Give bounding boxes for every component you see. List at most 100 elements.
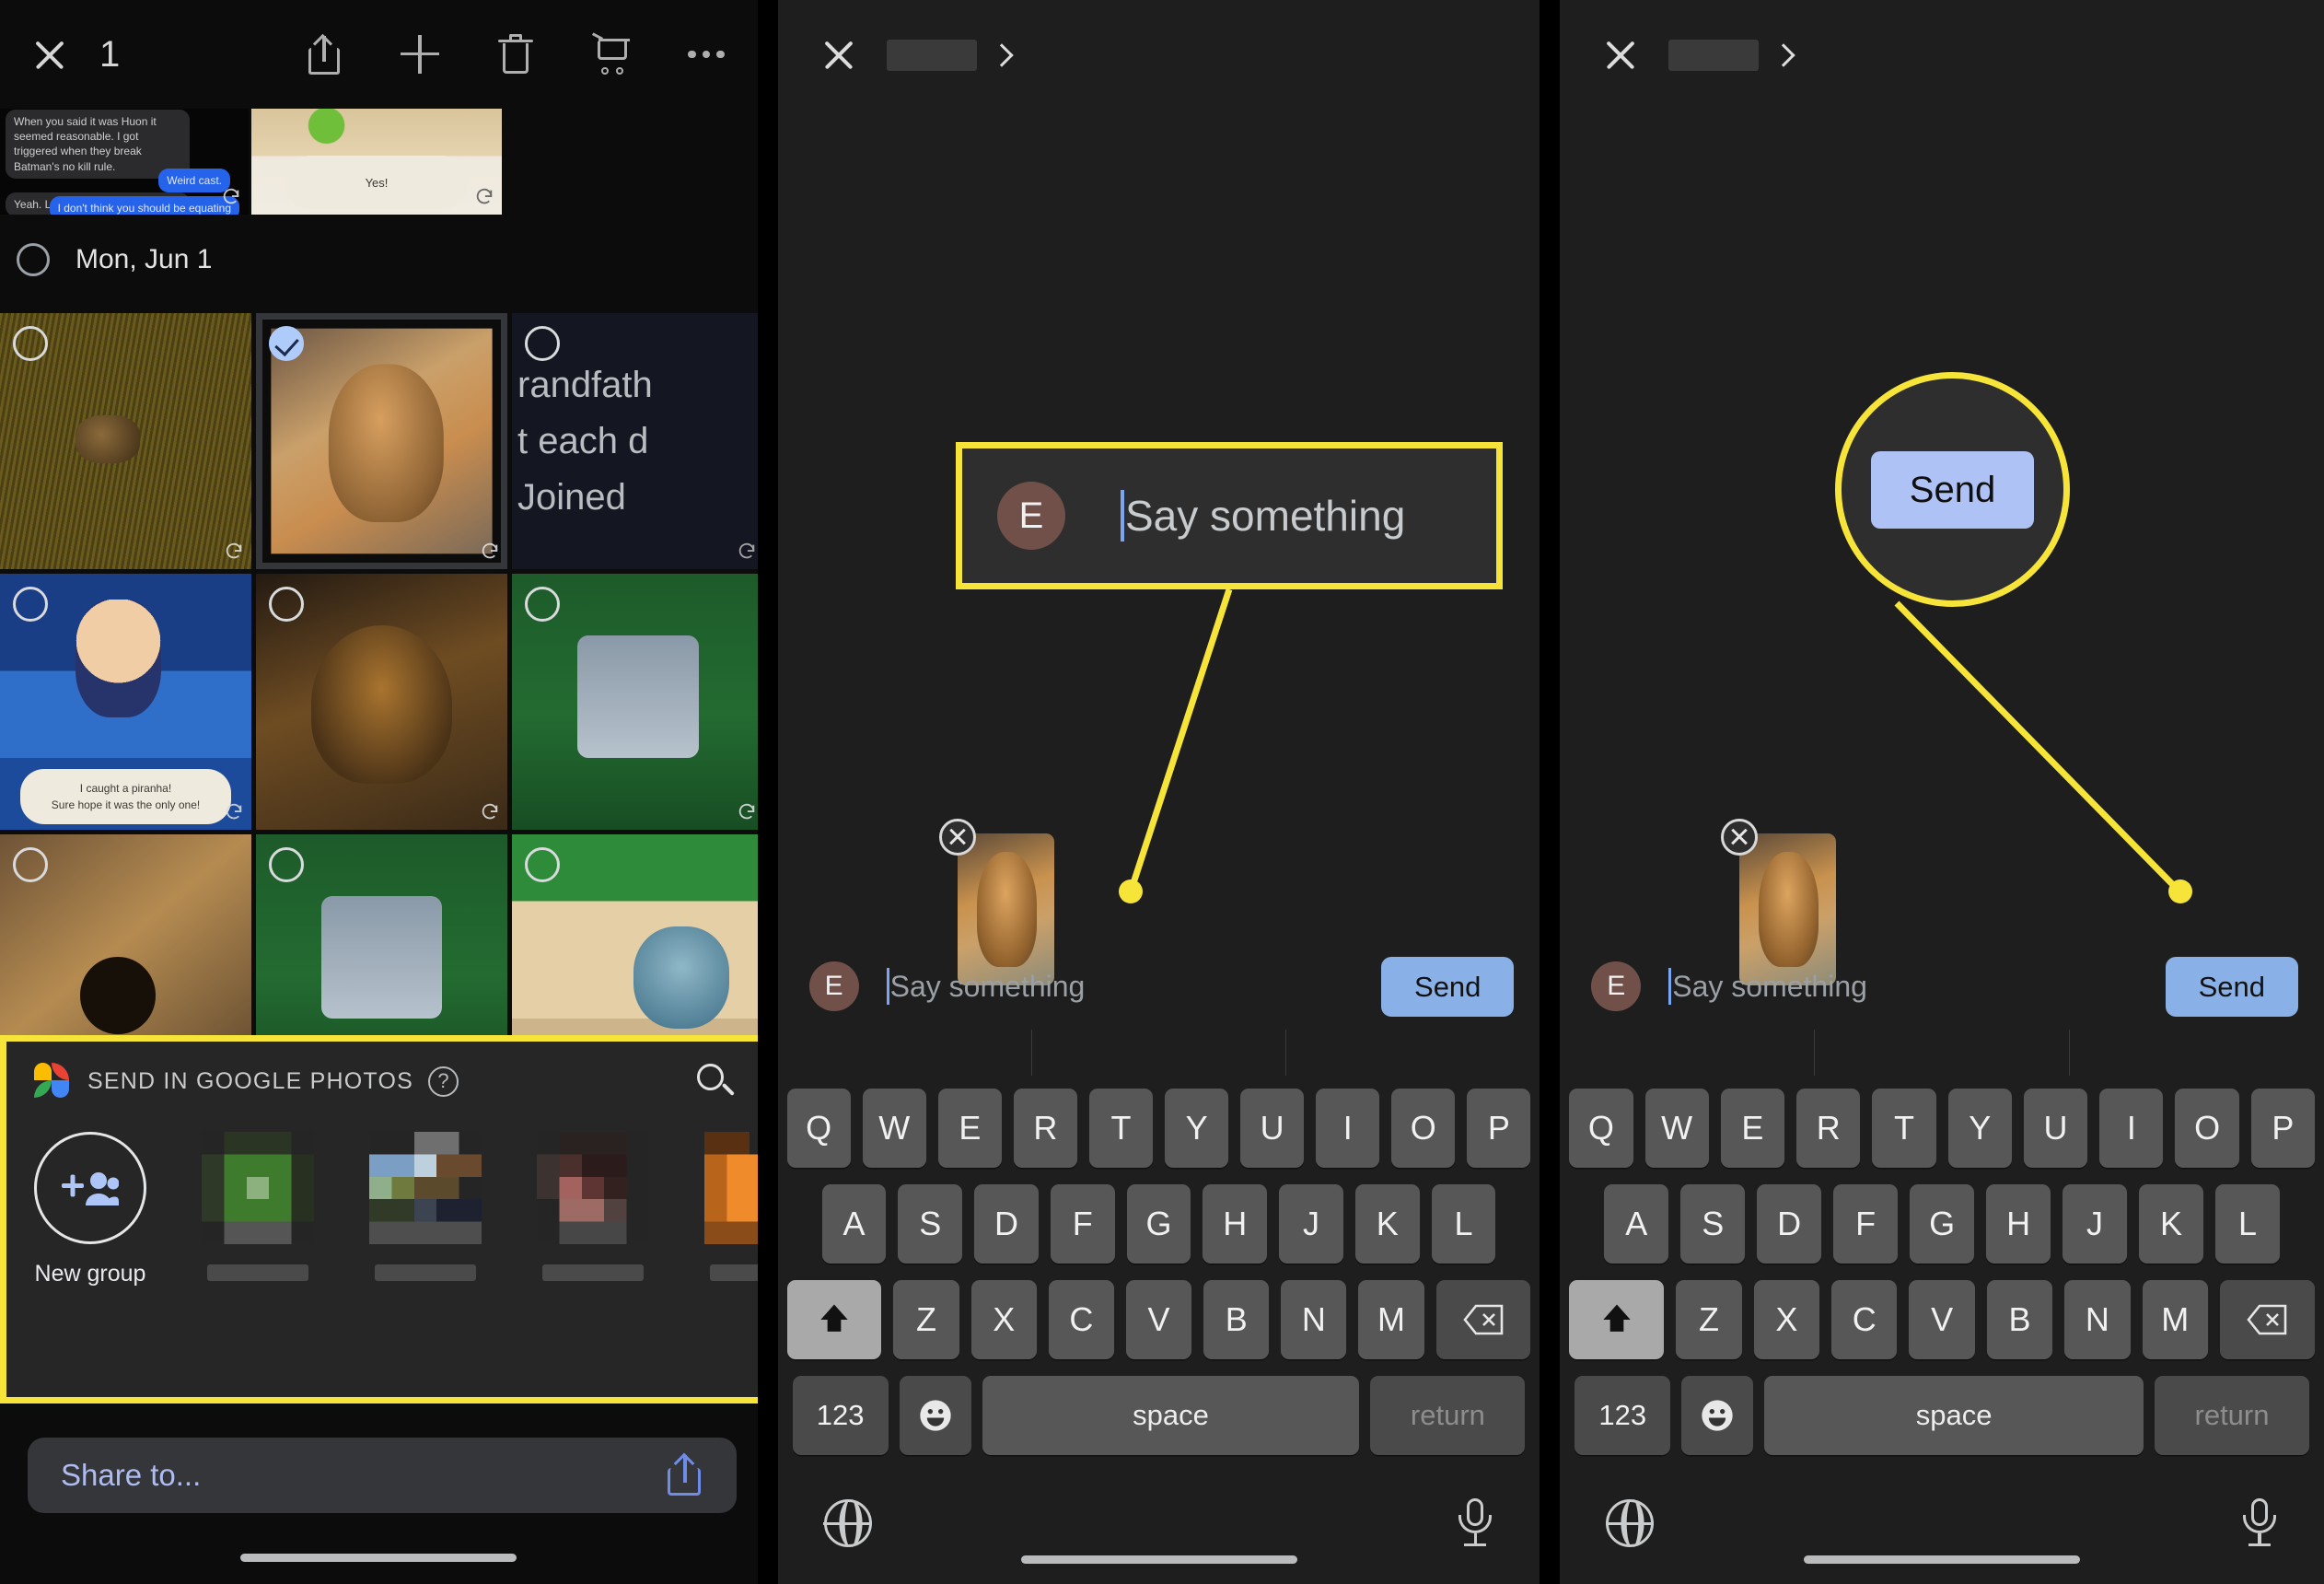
chevron-right-icon[interactable] <box>994 44 1006 66</box>
share-icon[interactable] <box>305 33 343 76</box>
close-icon[interactable] <box>1602 37 1639 74</box>
plus-icon[interactable] <box>401 33 440 76</box>
key-j[interactable]: J <box>1279 1184 1343 1264</box>
photo-select-checkbox-checked[interactable] <box>269 326 304 361</box>
photo-cell[interactable]: I caught a piranha! Sure hope it was the… <box>0 574 251 830</box>
key-return[interactable]: return <box>2155 1376 2309 1455</box>
photo-cell-selected[interactable] <box>256 313 507 569</box>
key-r[interactable]: R <box>1013 1089 1077 1168</box>
key-x[interactable]: X <box>970 1280 1037 1359</box>
key-f[interactable]: F <box>1050 1184 1115 1264</box>
key-a[interactable]: A <box>821 1184 887 1264</box>
key-d[interactable]: D <box>974 1184 1039 1264</box>
key-i[interactable]: I <box>2099 1089 2164 1168</box>
key-q[interactable]: Q <box>786 1089 851 1168</box>
photo-cell[interactable] <box>256 574 507 830</box>
key-b[interactable]: B <box>1203 1280 1270 1359</box>
more-icon[interactable] <box>688 33 725 76</box>
contact-avatar-item[interactable] <box>704 1132 758 1281</box>
microphone-icon[interactable] <box>1457 1498 1493 1548</box>
key-r[interactable]: R <box>1796 1089 1861 1168</box>
key-w[interactable]: W <box>862 1089 926 1168</box>
key-k[interactable]: K <box>2139 1184 2203 1264</box>
send-button[interactable]: Send <box>1381 956 1515 1017</box>
photo-tile-chat-screenshot[interactable]: When you said it was Huon it seemed reas… <box>0 106 249 215</box>
send-button[interactable]: Send <box>2165 956 2298 1017</box>
key-v[interactable]: V <box>1125 1280 1192 1359</box>
key-f[interactable]: F <box>1833 1184 1899 1264</box>
contact-new-group[interactable]: New group <box>34 1132 146 1287</box>
photo-select-checkbox[interactable] <box>269 847 304 882</box>
share-to-button[interactable]: Share to... <box>28 1438 737 1513</box>
key-t[interactable]: T <box>1088 1089 1154 1168</box>
contact-avatar-item[interactable] <box>202 1132 314 1281</box>
key-u[interactable]: U <box>1240 1089 1305 1168</box>
photo-select-checkbox[interactable] <box>13 326 48 361</box>
key-p[interactable]: P <box>2250 1089 2316 1168</box>
key-z[interactable]: Z <box>1676 1280 1742 1359</box>
key-e[interactable]: E <box>937 1089 1002 1168</box>
question-mark-icon[interactable]: ? <box>427 1066 459 1097</box>
key-g[interactable]: G <box>1910 1184 1975 1264</box>
search-icon[interactable] <box>695 1062 735 1101</box>
key-t[interactable]: T <box>1872 1089 1936 1168</box>
photo-select-checkbox[interactable] <box>525 587 560 622</box>
message-input-placeholder[interactable]: Say something <box>890 970 1086 1004</box>
key-c[interactable]: C <box>1831 1280 1898 1359</box>
key-space[interactable]: space <box>982 1376 1360 1455</box>
chevron-right-icon[interactable] <box>1775 44 1788 66</box>
backspace-icon[interactable] <box>1435 1280 1531 1359</box>
key-m[interactable]: M <box>1358 1280 1424 1359</box>
key-a[interactable]: A <box>1604 1184 1669 1264</box>
key-s[interactable]: S <box>1680 1184 1746 1264</box>
globe-icon[interactable] <box>823 1499 872 1547</box>
key-h[interactable]: H <box>1203 1184 1268 1264</box>
photo-select-checkbox[interactable] <box>269 587 304 622</box>
emoji-icon[interactable] <box>899 1376 971 1455</box>
close-icon[interactable] <box>820 37 857 74</box>
key-n[interactable]: N <box>2064 1280 2131 1359</box>
photo-tile-animal-crossing[interactable]: Yes! <box>251 106 502 215</box>
key-c[interactable]: C <box>1048 1280 1114 1359</box>
globe-icon[interactable] <box>1606 1499 1655 1547</box>
backspace-icon[interactable] <box>2219 1280 2316 1359</box>
photo-select-checkbox[interactable] <box>525 326 560 361</box>
key-u[interactable]: U <box>2023 1089 2088 1168</box>
key-o[interactable]: O <box>2175 1089 2239 1168</box>
photo-select-checkbox[interactable] <box>525 847 560 882</box>
remove-attachment-icon[interactable] <box>938 819 976 856</box>
contacts-row[interactable]: New group <box>6 1132 758 1287</box>
key-k[interactable]: K <box>1354 1184 1420 1264</box>
key-h[interactable]: H <box>1986 1184 2051 1264</box>
key-n[interactable]: N <box>1281 1280 1347 1359</box>
photo-tile-empty[interactable] <box>505 106 758 215</box>
microphone-icon[interactable] <box>2241 1498 2278 1548</box>
key-numbers[interactable]: 123 <box>1575 1376 1671 1455</box>
key-i[interactable]: I <box>1316 1089 1380 1168</box>
cart-icon[interactable] <box>592 32 631 76</box>
contact-avatar-item[interactable] <box>537 1132 649 1281</box>
message-input-placeholder[interactable]: Say something <box>1672 970 1867 1004</box>
key-m[interactable]: M <box>2142 1280 2208 1359</box>
key-w[interactable]: W <box>1644 1089 1709 1168</box>
key-l[interactable]: L <box>1431 1184 1496 1264</box>
key-p[interactable]: P <box>1467 1089 1531 1168</box>
shift-icon[interactable] <box>1569 1280 1665 1359</box>
key-space[interactable]: space <box>1764 1376 2144 1455</box>
key-l[interactable]: L <box>2215 1184 2280 1264</box>
emoji-icon[interactable] <box>1681 1376 1754 1455</box>
key-s[interactable]: S <box>898 1184 963 1264</box>
key-z[interactable]: Z <box>893 1280 959 1359</box>
photo-cell[interactable] <box>0 313 251 569</box>
share-icon[interactable] <box>665 1452 703 1497</box>
remove-attachment-icon[interactable] <box>1721 819 1759 856</box>
key-g[interactable]: G <box>1126 1184 1191 1264</box>
photo-cell[interactable]: randfath t each d Joined <box>512 313 758 569</box>
close-icon[interactable] <box>29 34 70 75</box>
key-y[interactable]: Y <box>1165 1089 1229 1168</box>
key-x[interactable]: X <box>1753 1280 1820 1359</box>
key-q[interactable]: Q <box>1569 1089 1633 1168</box>
key-o[interactable]: O <box>1391 1089 1456 1168</box>
key-e[interactable]: E <box>1720 1089 1785 1168</box>
key-b[interactable]: B <box>1986 1280 2053 1359</box>
